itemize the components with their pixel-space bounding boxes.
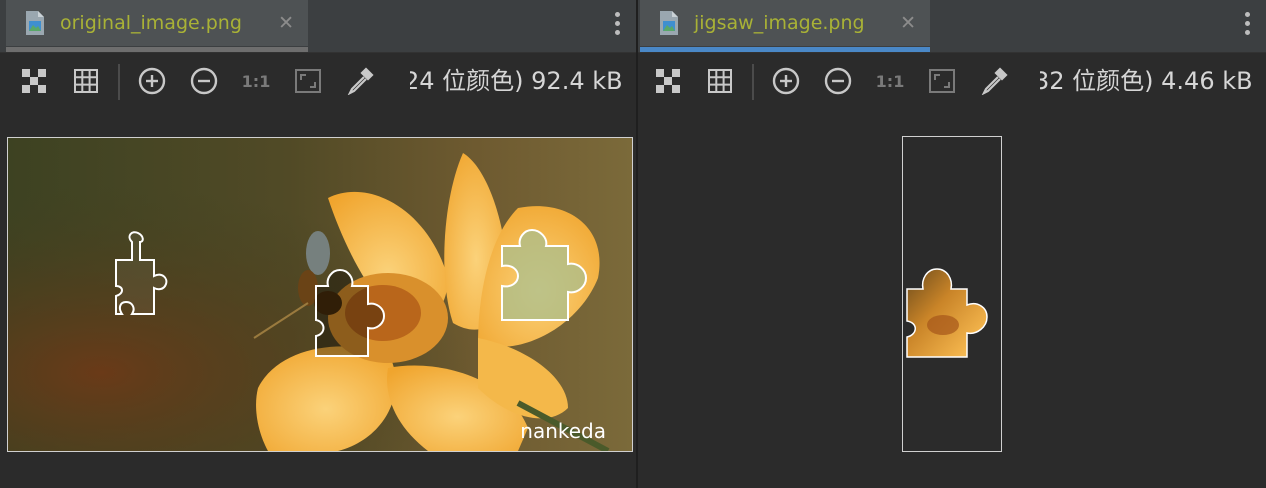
image-info: 24 位颜色) 92.4 kB — [410, 67, 623, 95]
toolbar-separator — [118, 64, 120, 100]
chessboard-icon[interactable] — [652, 65, 684, 97]
fit-to-window-icon[interactable] — [926, 65, 958, 97]
color-picker-icon[interactable] — [978, 65, 1010, 97]
tab-title: jigsaw_image.png — [694, 12, 865, 34]
fit-to-window-icon[interactable] — [292, 65, 324, 97]
toolbar-separator — [752, 64, 754, 100]
tab-underline — [6, 47, 308, 52]
color-picker-icon[interactable] — [344, 65, 376, 97]
editor-pane-jigsaw: jigsaw_image.png ✕ 1:1 32 位颜色) 4.46 kB — [638, 0, 1266, 488]
editor-pane-original: original_image.png ✕ 1:1 24 位颜色) 92.4 kB… — [0, 0, 636, 488]
actual-size-icon[interactable]: 1:1 — [240, 65, 272, 97]
image-canvas — [638, 106, 1266, 488]
image-file-icon — [660, 11, 678, 35]
tab-active-underline — [640, 47, 930, 52]
zoom-in-icon[interactable] — [136, 65, 168, 97]
image-info: 32 位颜色) 4.46 kB — [1040, 67, 1253, 95]
tab-bar: original_image.png ✕ — [0, 0, 636, 53]
image-toolbar: 1:1 24 位颜色) 92.4 kB — [0, 56, 636, 106]
close-icon[interactable]: ✕ — [278, 12, 294, 34]
close-icon[interactable]: ✕ — [900, 12, 916, 34]
zoom-out-icon[interactable] — [822, 65, 854, 97]
zoom-out-icon[interactable] — [188, 65, 220, 97]
grid-icon[interactable] — [70, 65, 102, 97]
tab-bar: jigsaw_image.png ✕ — [638, 0, 1266, 53]
image-canvas: nankeda — [0, 106, 636, 488]
image-toolbar: 1:1 32 位颜色) 4.46 kB — [638, 56, 1266, 106]
tab-jigsaw-image[interactable]: jigsaw_image.png ✕ — [640, 0, 930, 52]
more-options-icon[interactable] — [1244, 12, 1250, 36]
chessboard-icon[interactable] — [18, 65, 50, 97]
tab-title: original_image.png — [60, 12, 242, 34]
zoom-in-icon[interactable] — [770, 65, 802, 97]
image-info-clip: 24 位颜色) 92.4 kB — [410, 64, 636, 98]
actual-size-icon[interactable]: 1:1 — [874, 65, 906, 97]
watermark-text: nankeda — [520, 419, 606, 443]
image-info-clip: 32 位颜色) 4.46 kB — [1040, 64, 1266, 98]
grid-icon[interactable] — [704, 65, 736, 97]
jigsaw-image — [902, 136, 1002, 452]
tab-original-image[interactable]: original_image.png ✕ — [6, 0, 308, 52]
more-options-icon[interactable] — [614, 12, 620, 36]
image-file-icon — [26, 11, 44, 35]
original-image: nankeda — [7, 137, 633, 452]
